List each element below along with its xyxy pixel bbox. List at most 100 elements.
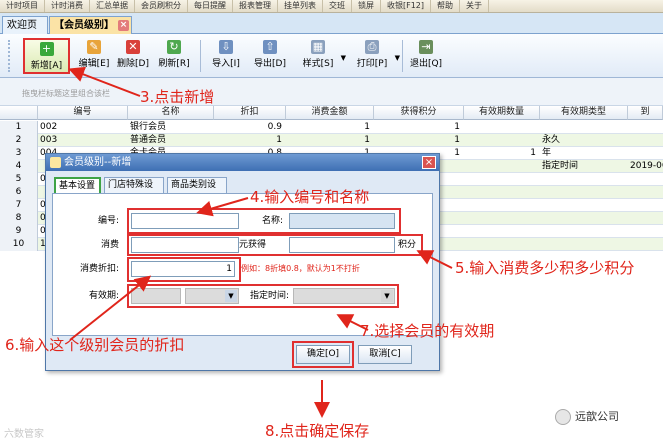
table-cell[interactable] bbox=[630, 173, 663, 186]
exit-door-icon: ⇥ bbox=[419, 40, 433, 54]
row-number: 1 bbox=[0, 121, 38, 134]
row-number: 9 bbox=[0, 225, 38, 238]
menu-item[interactable]: 挂单列表 bbox=[278, 0, 323, 12]
column-header[interactable]: 编号 bbox=[38, 106, 128, 120]
tab-basic-settings[interactable]: 基本设置 bbox=[54, 177, 101, 193]
table-cell[interactable] bbox=[630, 199, 663, 212]
table-cell[interactable] bbox=[630, 147, 663, 160]
column-header[interactable]: 名称 bbox=[128, 106, 214, 120]
tab-welcome[interactable]: 欢迎页 bbox=[2, 16, 48, 34]
style-button[interactable]: ▦ 样式[S] ▼ bbox=[294, 38, 346, 74]
menu-item[interactable]: 每日提醒 bbox=[188, 0, 233, 12]
column-header[interactable]: 获得积分 bbox=[374, 106, 464, 120]
table-cell[interactable]: 永久 bbox=[542, 134, 626, 147]
group-by-bar[interactable]: 拖曳栏标题这里组合该栏 bbox=[0, 78, 663, 106]
menu-item[interactable]: 锁屏 bbox=[352, 0, 381, 12]
consume-label: 消费 bbox=[100, 240, 119, 250]
column-header[interactable]: 到 bbox=[628, 106, 663, 120]
table-cell[interactable] bbox=[542, 173, 626, 186]
menu-item[interactable]: 计时消费 bbox=[45, 0, 90, 12]
column-header[interactable]: 折扣 bbox=[214, 106, 286, 120]
menu-item[interactable]: 报表管理 bbox=[233, 0, 278, 12]
column-header[interactable]: 消费金额 bbox=[286, 106, 374, 120]
menu-item[interactable]: 交班 bbox=[323, 0, 352, 12]
table-cell[interactable] bbox=[464, 225, 536, 238]
table-cell[interactable]: 2019-06 bbox=[630, 160, 663, 173]
table-cell[interactable] bbox=[542, 238, 626, 251]
add-button[interactable]: + 新增[A] bbox=[23, 38, 70, 74]
table-cell[interactable] bbox=[542, 212, 626, 225]
menu-item[interactable]: 会员刷积分 bbox=[135, 0, 188, 12]
dropdown-arrow-icon[interactable]: ▼ bbox=[341, 54, 346, 62]
dropdown-arrow-icon[interactable]: ▼ bbox=[395, 54, 400, 62]
table-row[interactable]: 2 003 普通会员 1 1 1 永久 bbox=[0, 134, 663, 147]
table-cell[interactable]: 指定时间 bbox=[542, 160, 626, 173]
table-row[interactable]: 1 002 银行会员 0.9 1 1 bbox=[0, 121, 663, 134]
import-button-label: 导入[I] bbox=[212, 59, 240, 69]
table-cell[interactable] bbox=[542, 225, 626, 238]
table-cell[interactable] bbox=[630, 212, 663, 225]
table-cell[interactable] bbox=[464, 173, 536, 186]
table-cell[interactable]: 1 bbox=[464, 147, 536, 160]
delete-icon: ✕ bbox=[126, 40, 140, 54]
table-cell[interactable] bbox=[464, 134, 536, 147]
export-button[interactable]: ⇧ 导出[D] bbox=[250, 38, 290, 74]
table-cell[interactable] bbox=[630, 225, 663, 238]
tab-category-settings[interactable]: 商品类别设置 bbox=[167, 177, 227, 205]
table-cell[interactable] bbox=[464, 212, 536, 225]
menu-item[interactable]: 计时项目 bbox=[0, 0, 45, 12]
annotation-step7: 7.选择会员的有效期 bbox=[360, 322, 495, 340]
table-cell[interactable]: 003 bbox=[40, 134, 126, 147]
toolbar-divider bbox=[200, 40, 201, 72]
table-cell[interactable] bbox=[464, 186, 536, 199]
table-cell[interactable]: 年 bbox=[542, 147, 626, 160]
table-cell[interactable]: 002 bbox=[40, 121, 126, 134]
table-cell[interactable] bbox=[630, 186, 663, 199]
discount-label: 消费折扣: bbox=[79, 264, 119, 274]
row-number: 2 bbox=[0, 134, 38, 147]
menu-item[interactable]: 收银[F12] bbox=[381, 0, 432, 12]
table-cell[interactable] bbox=[542, 121, 626, 134]
table-cell[interactable] bbox=[630, 121, 663, 134]
edit-button[interactable]: ✎ 编辑[E] bbox=[74, 38, 114, 74]
annotation-step6: 6.输入这个级别会员的折扣 bbox=[5, 336, 185, 354]
table-cell[interactable] bbox=[464, 121, 536, 134]
menu-item[interactable]: 汇总单据 bbox=[90, 0, 135, 12]
cancel-button[interactable]: 取消[C] bbox=[358, 345, 412, 364]
import-button[interactable]: ⇩ 导入[I] bbox=[206, 38, 246, 74]
table-cell[interactable] bbox=[464, 238, 536, 251]
tab-member-level[interactable]: 【会员级别】 × bbox=[49, 16, 132, 34]
menu-item[interactable]: 关于 bbox=[460, 0, 490, 12]
table-cell[interactable]: 1 bbox=[286, 121, 370, 134]
column-header[interactable]: 有效期数量 bbox=[464, 106, 540, 120]
table-cell[interactable]: 0.9 bbox=[214, 121, 282, 134]
tab-store-settings[interactable]: 门店特殊设置 bbox=[104, 177, 164, 205]
refresh-button[interactable]: ↻ 刷新[R] bbox=[154, 38, 194, 74]
menu-item[interactable]: 帮助 bbox=[431, 0, 461, 12]
print-button[interactable]: ⎙ 打印[P] ▼ bbox=[348, 38, 400, 74]
close-icon[interactable]: × bbox=[118, 20, 129, 31]
table-cell[interactable] bbox=[464, 160, 536, 173]
table-cell[interactable]: 1 bbox=[214, 134, 282, 147]
table-cell[interactable] bbox=[630, 134, 663, 147]
exit-button[interactable]: ⇥ 退出[Q] bbox=[406, 38, 446, 74]
table-cell[interactable] bbox=[630, 238, 663, 251]
highlight-discount bbox=[127, 257, 241, 282]
dialog-title-bar[interactable]: 会员级别--新增 × bbox=[46, 154, 439, 171]
close-icon[interactable]: × bbox=[422, 156, 436, 169]
table-cell[interactable]: 1 bbox=[374, 121, 460, 134]
table-cell[interactable]: 普通会员 bbox=[130, 134, 212, 147]
toolbar-grip[interactable] bbox=[8, 40, 12, 72]
delete-button[interactable]: ✕ 删除[D] bbox=[114, 38, 152, 74]
table-cell[interactable] bbox=[542, 199, 626, 212]
table-cell[interactable] bbox=[464, 199, 536, 212]
row-number: 3 bbox=[0, 147, 38, 160]
table-cell[interactable] bbox=[542, 186, 626, 199]
column-header[interactable]: 有效期类型 bbox=[540, 106, 628, 120]
row-number: 4 bbox=[0, 160, 38, 173]
table-cell[interactable]: 1 bbox=[374, 134, 460, 147]
style-icon: ▦ bbox=[311, 40, 325, 54]
table-cell[interactable]: 1 bbox=[286, 134, 370, 147]
highlight-validity bbox=[127, 284, 399, 308]
table-cell[interactable]: 银行会员 bbox=[130, 121, 212, 134]
